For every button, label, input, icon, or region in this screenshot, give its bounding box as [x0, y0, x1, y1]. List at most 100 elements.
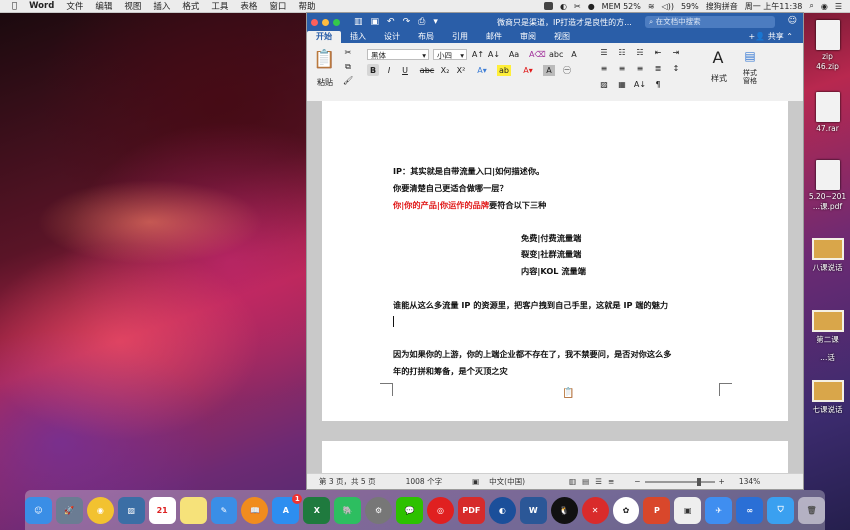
save-icon[interactable]: ▣: [371, 17, 380, 27]
format-painter-icon[interactable]: 🖌: [343, 75, 353, 86]
styles-pane-icon[interactable]: ▤: [739, 47, 761, 65]
menu-insert[interactable]: 插入: [153, 0, 170, 12]
paste-options-icon[interactable]: 📋: [562, 388, 574, 399]
character-border-icon[interactable]: A: [567, 49, 581, 60]
cloud-sync-icon[interactable]: ∞: [736, 496, 764, 524]
menu-format[interactable]: 格式: [182, 0, 199, 12]
styles-pane-button[interactable]: 样式 窗格: [737, 69, 763, 89]
underline-icon[interactable]: U: [399, 65, 411, 76]
word-icon[interactable]: W: [519, 496, 547, 524]
desktop-file[interactable]: 46.zip: [805, 62, 850, 71]
page-count[interactable]: 第 3 页，共 5 页: [319, 476, 376, 487]
undo-icon[interactable]: ↶: [387, 17, 395, 27]
siri-icon[interactable]: ◉: [821, 2, 828, 11]
desktop-file[interactable]: ...话: [805, 352, 850, 363]
chrome-icon[interactable]: ◉: [86, 496, 114, 524]
menu-table[interactable]: 表格: [240, 0, 257, 12]
tab-review[interactable]: 审阅: [511, 31, 545, 43]
menu-window[interactable]: 窗口: [269, 0, 286, 12]
paste-button[interactable]: 粘贴: [311, 77, 339, 88]
clear-format-icon[interactable]: A⌫: [529, 49, 546, 60]
styles-button[interactable]: 样式: [707, 73, 731, 84]
cleaner-icon[interactable]: ✕: [581, 496, 609, 524]
zoom-in-icon[interactable]: +: [719, 477, 725, 486]
shading-icon[interactable]: ▨: [597, 79, 611, 90]
sort-icon[interactable]: A↓: [633, 79, 647, 90]
justify-icon[interactable]: ≣: [651, 63, 665, 74]
pdf-app-icon[interactable]: PDF: [457, 496, 485, 524]
finder-icon[interactable]: ☺: [25, 496, 52, 524]
document-page[interactable]: IP：其实就是自带流量入口|如何描述你。 你要清楚自己更适合做哪一层？ 你|你的…: [322, 101, 788, 421]
increase-indent-icon[interactable]: ⇥: [669, 47, 683, 58]
desktop-file[interactable]: 七课说话: [805, 380, 850, 415]
zoom-level[interactable]: 134%: [739, 477, 760, 486]
system-preferences-icon[interactable]: ⚙: [365, 496, 393, 524]
minimize-button[interactable]: [322, 18, 329, 26]
zoom-slider-thumb[interactable]: [696, 477, 701, 486]
status-icon[interactable]: ●: [588, 2, 595, 11]
customize-icon[interactable]: ▾: [433, 17, 438, 27]
shield-app-icon[interactable]: ⛉: [767, 496, 795, 524]
baidu-netdisk-icon[interactable]: ✿: [612, 496, 640, 524]
bold-icon[interactable]: B: [367, 65, 379, 76]
powerpoint-icon[interactable]: P: [643, 496, 671, 524]
app-store-icon[interactable]: A1: [272, 493, 303, 524]
tool-icon[interactable]: ✂: [574, 2, 581, 11]
wifi-icon[interactable]: ≋: [648, 2, 655, 11]
show-marks-icon[interactable]: ¶: [651, 79, 665, 90]
print-layout-icon[interactable]: ▥: [569, 477, 576, 486]
draft-view-icon[interactable]: ≡: [608, 477, 614, 486]
align-center-icon[interactable]: ≡: [615, 63, 629, 74]
line-spacing-icon[interactable]: ↕: [669, 63, 683, 74]
multilevel-list-icon[interactable]: ☵: [633, 47, 647, 58]
font-name-select[interactable]: 黑体 ▾: [367, 49, 429, 60]
menu-tools[interactable]: 工具: [211, 0, 228, 12]
copy-icon[interactable]: ⧉: [343, 61, 353, 72]
desktop-file[interactable]: 47.rar: [805, 92, 850, 133]
align-right-icon[interactable]: ≡: [633, 63, 647, 74]
desktop-file[interactable]: zip: [805, 20, 850, 61]
feedback-icon[interactable]: ☺: [788, 16, 797, 26]
status-app-icon[interactable]: [544, 2, 553, 10]
superscript-icon[interactable]: X²: [455, 65, 467, 76]
trash-icon[interactable]: 🗑: [798, 496, 825, 524]
tab-references[interactable]: 引用: [443, 31, 477, 43]
character-shading-icon[interactable]: A: [543, 65, 555, 76]
outline-view-icon[interactable]: ☰: [595, 477, 602, 486]
menu-help[interactable]: 帮助: [298, 0, 315, 12]
zoom-button[interactable]: [333, 18, 340, 26]
netease-music-icon[interactable]: ◎: [427, 496, 454, 524]
search-icon[interactable]: ⌕: [809, 1, 813, 11]
excel-icon[interactable]: X: [303, 496, 331, 524]
books-icon[interactable]: 📖: [241, 496, 269, 524]
preview-icon[interactable]: ▨: [117, 496, 145, 524]
menu-edit[interactable]: 编辑: [95, 0, 112, 12]
pencil-app-icon[interactable]: ✎: [210, 496, 238, 524]
tab-design[interactable]: 设计: [375, 31, 409, 43]
close-button[interactable]: [311, 18, 318, 26]
numbering-icon[interactable]: ☷: [615, 47, 629, 58]
photos-app-icon[interactable]: ▣: [674, 496, 702, 524]
enclose-characters-icon[interactable]: ㊀: [561, 65, 573, 76]
sidebar-icon[interactable]: ▥: [354, 17, 363, 27]
align-left-icon[interactable]: ≡: [597, 63, 611, 74]
document-area[interactable]: IP：其实就是自带流量入口|如何描述你。 你要清楚自己更适合做哪一层？ 你|你的…: [307, 101, 803, 476]
document-page-next[interactable]: [322, 441, 788, 476]
strikethrough-icon[interactable]: abc: [419, 65, 435, 76]
borders-icon[interactable]: ▦: [615, 79, 629, 90]
font-color-icon[interactable]: A▾: [521, 65, 535, 76]
tab-layout[interactable]: 布局: [409, 31, 443, 43]
desktop-file[interactable]: 八课说话: [805, 238, 850, 273]
wechat-icon[interactable]: 💬: [396, 496, 423, 524]
ime-indicator[interactable]: 搜狗拼音: [706, 1, 738, 12]
desktop-file[interactable]: 第二课: [805, 310, 850, 345]
mem-indicator[interactable]: MEM 52%: [602, 2, 641, 11]
apple-icon[interactable]: : [12, 1, 17, 11]
evernote-icon[interactable]: 🐘: [334, 496, 362, 524]
italic-icon[interactable]: I: [383, 65, 395, 76]
tab-view[interactable]: 视图: [545, 31, 579, 43]
zoom-slider[interactable]: [644, 477, 715, 486]
paste-icon[interactable]: 📋: [313, 49, 335, 71]
styles-icon[interactable]: A: [707, 47, 729, 69]
bullets-icon[interactable]: ☰: [597, 47, 611, 58]
